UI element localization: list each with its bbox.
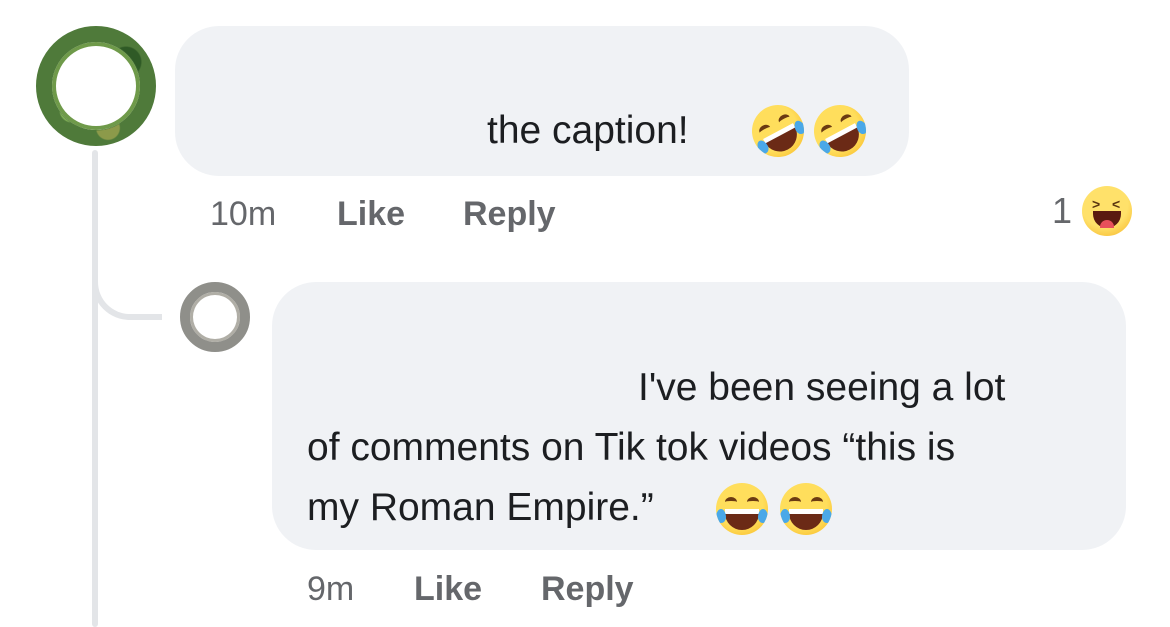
reply-timestamp: 9m bbox=[307, 570, 355, 608]
reaction-summary[interactable]: 1 > < bbox=[1052, 185, 1133, 237]
comment-timestamp: 10m bbox=[210, 195, 277, 233]
comment-text: the caption! bbox=[487, 109, 689, 152]
like-button[interactable]: Like bbox=[414, 569, 482, 609]
reply-text-line: of comments on Tik tok videos “this is bbox=[307, 426, 956, 469]
reply-button[interactable]: Reply bbox=[541, 569, 634, 609]
comment-thread: the caption! 10m Like Reply 1 > < I've be… bbox=[0, 0, 1170, 627]
reply-commenter-avatar[interactable] bbox=[180, 282, 250, 352]
reply-text-line: my Roman Empire.” bbox=[307, 486, 654, 529]
haha-reaction-icon: > < bbox=[1082, 186, 1133, 236]
like-button[interactable]: Like bbox=[337, 194, 405, 234]
face-with-tears-of-joy-emoji bbox=[716, 483, 768, 535]
reply-button[interactable]: Reply bbox=[463, 194, 556, 234]
thread-branch-connector bbox=[92, 250, 162, 320]
reaction-count: 1 bbox=[1052, 190, 1073, 231]
commenter-avatar[interactable] bbox=[36, 26, 156, 146]
reply-text-line: I've been seeing a lot bbox=[638, 366, 1006, 409]
thread-line bbox=[92, 150, 98, 627]
face-with-tears-of-joy-emoji bbox=[780, 483, 832, 535]
